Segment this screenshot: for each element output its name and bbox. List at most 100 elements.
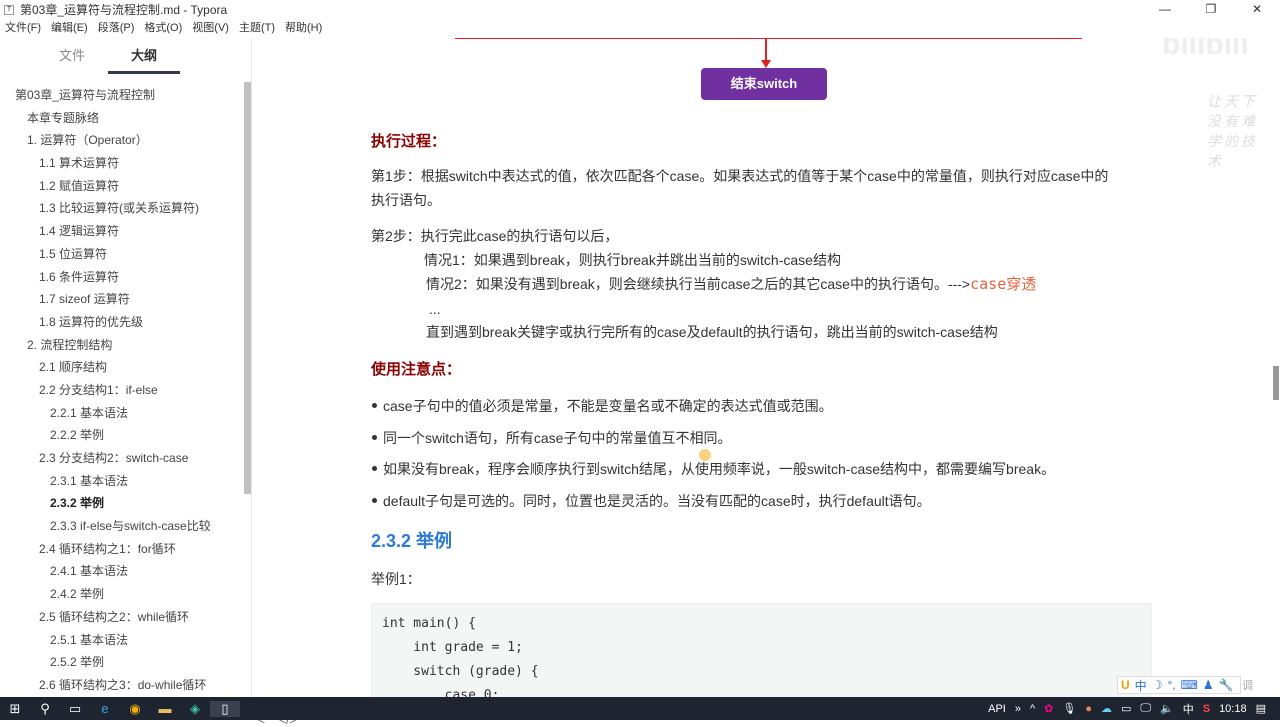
input-language[interactable]: 中 bbox=[1183, 701, 1194, 717]
ime-user-icon[interactable]: ♟ bbox=[1203, 678, 1214, 692]
cloud-tray-icon[interactable]: ☁ bbox=[1101, 702, 1112, 715]
tray-label[interactable]: API bbox=[988, 703, 1006, 715]
outline-item[interactable]: 1.2 赋值运算符 bbox=[0, 175, 244, 198]
editor-scrollbar[interactable] bbox=[1273, 366, 1279, 400]
system-tray: API » ^ ✿ 🎙 ● ☁ ▭ 🖵 🔈 中 S 10:18 ▤ bbox=[988, 697, 1280, 720]
ime-moon-icon[interactable]: ☽ bbox=[1152, 678, 1163, 692]
diagram-connector-line bbox=[455, 38, 1082, 39]
outline-item[interactable]: 2.4.1 基本语法 bbox=[0, 560, 244, 583]
outline-item[interactable]: 2.3.1 基本语法 bbox=[0, 470, 244, 493]
outline-item[interactable]: 1.8 运算符的优先级 bbox=[0, 311, 244, 334]
outline-item[interactable]: 2.3.2 举例 bbox=[0, 492, 244, 515]
note-item: default子句是可选的。同时，位置也是灵活的。当没有匹配的case时，执行d… bbox=[372, 493, 931, 509]
sidebar-scrollbar[interactable] bbox=[244, 82, 251, 494]
example-label: 举例1： bbox=[371, 571, 421, 587]
case1-text: 情况1：如果遇到break，则执行break并跳出当前的switch-case结… bbox=[424, 252, 841, 268]
ime-chinese-mode[interactable]: 中 bbox=[1135, 677, 1147, 694]
outline-item[interactable]: 2.6 循环结构之3：do-while循环 bbox=[0, 674, 244, 697]
outline-item[interactable]: 1.4 逻辑运算符 bbox=[0, 220, 244, 243]
ime-settings-icon[interactable]: 🔧 bbox=[1219, 678, 1234, 692]
outline-item[interactable]: 第03章_运算符与流程控制 bbox=[0, 84, 244, 107]
chrome-icon[interactable]: ◉ bbox=[120, 701, 150, 717]
outline-item[interactable]: 1.1 算术运算符 bbox=[0, 152, 244, 175]
outline-item[interactable]: 1.3 比较运算符(或关系运算符) bbox=[0, 197, 244, 220]
outline-item[interactable]: 1.7 sizeof 运算符 bbox=[0, 288, 244, 311]
menu-edit[interactable]: 编辑(E) bbox=[51, 19, 88, 37]
code-line: case 0: bbox=[382, 688, 500, 697]
notifications-icon[interactable]: ▤ bbox=[1256, 702, 1266, 715]
watermark-text: 让天下没有难学的技术 bbox=[1207, 93, 1258, 169]
outline-item[interactable]: 2.2.1 基本语法 bbox=[0, 402, 244, 425]
ime-punctuation-icon[interactable]: °, bbox=[1167, 678, 1175, 692]
flower-tray-icon[interactable]: ✿ bbox=[1044, 702, 1053, 715]
outline-item[interactable]: 1.6 条件运算符 bbox=[0, 266, 244, 289]
tab-files[interactable]: 文件 bbox=[36, 38, 108, 74]
outline-item[interactable]: 2. 流程控制结构 bbox=[0, 334, 244, 357]
typora-app-icon: T bbox=[4, 4, 14, 15]
menu-help[interactable]: 帮助(H) bbox=[285, 19, 322, 37]
sidebar: 文件 大纲 第03章_运算符与流程控制 本章专题脉络 1. 运算符（Operator… bbox=[0, 38, 296, 727]
outline-item[interactable]: 2.2 分支结构1：if-else bbox=[0, 379, 244, 402]
menu-theme[interactable]: 主题(T) bbox=[239, 19, 275, 37]
network-icon[interactable]: 🖵 bbox=[1140, 702, 1151, 715]
microphone-icon[interactable]: 🎙 bbox=[1062, 702, 1076, 715]
outline-item[interactable]: 2.1 顺序结构 bbox=[0, 356, 244, 379]
file-explorer-icon[interactable]: ▬ bbox=[150, 701, 180, 716]
windows-start-icon[interactable]: ⊞ bbox=[0, 701, 30, 717]
window-title: 第03章_运算符与流程控制.md - Typora bbox=[20, 3, 228, 17]
outline-item[interactable]: 2.2.2 举例 bbox=[0, 424, 244, 447]
search-icon[interactable]: ⚲ bbox=[30, 701, 60, 717]
code-line: switch (grade) { bbox=[382, 664, 539, 679]
menu-view[interactable]: 视图(V) bbox=[192, 19, 229, 37]
ime-extra-text: 调 bbox=[1242, 680, 1253, 692]
sogou-ime-icon[interactable]: S bbox=[1203, 703, 1210, 715]
outline-item[interactable]: 本章专题脉络 bbox=[0, 107, 244, 130]
edge-browser-icon[interactable]: e bbox=[90, 701, 120, 716]
close-button[interactable]: ✕ bbox=[1234, 0, 1280, 19]
recorder-tray-icon[interactable]: ● bbox=[1085, 703, 1092, 715]
ime-logo-icon: U bbox=[1121, 678, 1130, 692]
outline-item[interactable]: 2.4.2 举例 bbox=[0, 583, 244, 606]
battery-icon[interactable]: ▭ bbox=[1121, 702, 1131, 715]
code-block[interactable]: int main() { int grade = 1; switch (grad… bbox=[371, 603, 1152, 697]
outline-item[interactable]: 2.3 分支结构2：switch-case bbox=[0, 447, 244, 470]
chevron-double-icon[interactable]: » bbox=[1015, 703, 1021, 715]
exec-process-heading: 执行过程： bbox=[371, 133, 447, 150]
outline-item[interactable]: 2.3.3 if-else与switch-case比较 bbox=[0, 515, 244, 538]
taskbar: ⊞ ⚲ ▭ e ◉ ▬ ◈ ▯ API » ^ ✿ 🎙 ● ☁ ▭ 🖵 🔈 中 … bbox=[0, 697, 1280, 720]
arrow-down-icon bbox=[761, 60, 771, 68]
ime-keyboard-icon[interactable]: ⌨ bbox=[1181, 678, 1198, 692]
menu-paragraph[interactable]: 段落(P) bbox=[98, 19, 135, 37]
mouse-cursor-highlight bbox=[699, 449, 711, 461]
menu-format[interactable]: 格式(O) bbox=[144, 19, 182, 37]
note-item: case子句中的值必须是常量，不能是变量名或不确定的表达式值或范围。 bbox=[372, 398, 833, 414]
app-icon[interactable]: ◈ bbox=[180, 701, 210, 717]
volume-icon[interactable]: 🔈 bbox=[1160, 702, 1174, 715]
outline-item[interactable]: 1.5 位运算符 bbox=[0, 243, 244, 266]
show-hidden-icons[interactable]: ^ bbox=[1030, 703, 1035, 715]
case2-text: 情况2：如果没有遇到break，则会继续执行当前case之后的其它case中的执… bbox=[426, 275, 1037, 293]
minimize-button[interactable]: — bbox=[1142, 0, 1188, 19]
code-line: int main() { bbox=[382, 616, 476, 631]
clock-time[interactable]: 10:18 bbox=[1219, 703, 1247, 715]
note-item: 如果没有break，程序会顺序执行到switch结尾，从使用频率说，一般swit… bbox=[371, 461, 1056, 477]
editor-content[interactable]: 结束switch bilibili 让天下没有难学的技术 执行过程： 第1步：根… bbox=[252, 38, 1272, 697]
switch-flow-diagram: 结束switch bbox=[455, 38, 1085, 110]
section-heading: 2.3.2 举例 bbox=[371, 531, 453, 551]
outline-item[interactable]: 2.5.1 基本语法 bbox=[0, 629, 244, 652]
tab-outline[interactable]: 大纲 bbox=[108, 38, 180, 74]
outline-item[interactable]: 2.5 循环结构之2：while循环 bbox=[0, 606, 244, 629]
outline-item[interactable]: 1. 运算符（Operator） bbox=[0, 129, 244, 152]
outline-item[interactable]: 2.4 循环结构之1：for循环 bbox=[0, 538, 244, 561]
task-view-icon[interactable]: ▭ bbox=[60, 701, 90, 717]
menu-file[interactable]: 文件(F) bbox=[5, 19, 41, 37]
end-switch-box: 结束switch bbox=[701, 68, 827, 100]
maximize-button[interactable]: ❐ bbox=[1188, 0, 1234, 19]
code-line: int grade = 1; bbox=[382, 640, 523, 655]
typora-taskbar-icon[interactable]: ▯ bbox=[210, 700, 240, 717]
ime-toolbar[interactable]: U 中 ☽ °, ⌨ ♟ 🔧 bbox=[1117, 676, 1241, 694]
case-fallthrough-highlight: case穿透 bbox=[970, 275, 1037, 293]
menu-bar: 文件(F) 编辑(E) 段落(P) 格式(O) 视图(V) 主题(T) 帮助(H… bbox=[0, 19, 332, 37]
outline-item[interactable]: 2.5.2 举例 bbox=[0, 651, 244, 674]
note-item: 同一个switch语句，所有case子句中的常量值互不相同。 bbox=[371, 430, 732, 446]
